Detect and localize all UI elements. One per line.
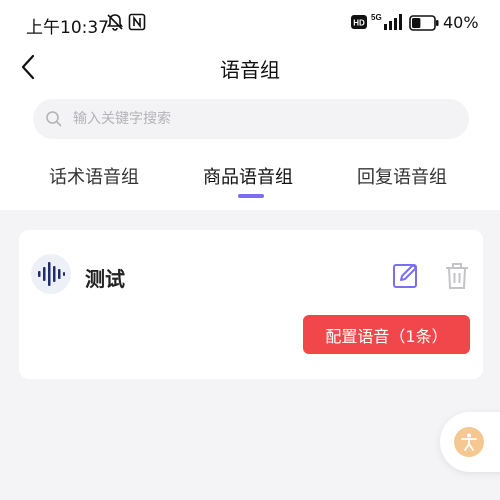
nfc-icon <box>128 13 146 35</box>
configure-voice-button[interactable]: 配置语音（1条） <box>303 315 470 354</box>
search-icon <box>45 110 63 132</box>
floating-accessibility-button[interactable] <box>440 412 500 472</box>
status-bar: 上午10:37 HD 5G 40% <box>0 0 500 46</box>
hd-icon: HD <box>351 14 367 33</box>
battery-percentage: 40% <box>443 13 479 32</box>
tab-script-voice-group[interactable]: 话术语音组 <box>49 163 139 189</box>
tab-product-voice-group[interactable]: 商品语音组 <box>203 163 293 189</box>
page-title: 语音组 <box>220 58 280 82</box>
navigation-bar: 语音组 <box>0 46 500 90</box>
voice-wave-icon <box>31 254 71 294</box>
accessibility-icon <box>454 427 484 457</box>
trash-icon[interactable] <box>443 261 471 291</box>
hd-label: HD <box>353 19 365 28</box>
edit-icon[interactable] <box>391 260 421 290</box>
battery-icon <box>409 15 439 35</box>
voice-group-card: 测试 配置语音（1条） <box>19 230 483 379</box>
tab-reply-voice-group[interactable]: 回复语音组 <box>357 163 447 189</box>
search-input[interactable] <box>73 107 453 131</box>
card-title: 测试 <box>85 267 125 291</box>
search-bar[interactable] <box>33 99 469 139</box>
status-time: 上午10:37 <box>26 18 109 38</box>
active-tab-indicator <box>238 194 264 198</box>
signal-icon: 5G <box>370 12 404 36</box>
mute-icon <box>106 13 124 35</box>
network-label: 5G <box>371 13 382 22</box>
